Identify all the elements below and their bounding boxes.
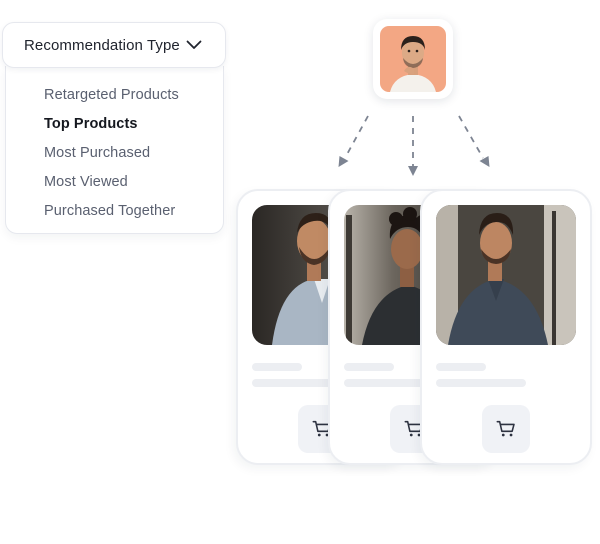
option-purchased-together[interactable]: Purchased Together [44, 197, 179, 226]
price-placeholder [436, 379, 526, 387]
option-most-purchased[interactable]: Most Purchased [44, 139, 179, 168]
title-placeholder [252, 363, 302, 371]
option-most-viewed[interactable]: Most Viewed [44, 168, 179, 197]
cart-icon [496, 420, 515, 437]
user-avatar [373, 19, 453, 99]
recommendation-type-dropdown[interactable]: Recommendation Type [2, 22, 226, 68]
add-to-cart-button[interactable] [482, 405, 530, 453]
product-photo [436, 205, 576, 345]
avatar-photo [380, 26, 446, 92]
product-card[interactable] [420, 189, 592, 465]
dropdown-title: Recommendation Type [24, 36, 180, 54]
dropdown-menu: Retargeted Products Top Products Most Pu… [5, 66, 224, 234]
option-retargeted-products[interactable]: Retargeted Products [44, 81, 179, 110]
title-placeholder [344, 363, 394, 371]
option-top-products[interactable]: Top Products [44, 110, 179, 139]
title-placeholder [436, 363, 486, 371]
dropdown-options: Retargeted Products Top Products Most Pu… [44, 81, 179, 226]
chevron-down-icon[interactable] [185, 36, 203, 54]
